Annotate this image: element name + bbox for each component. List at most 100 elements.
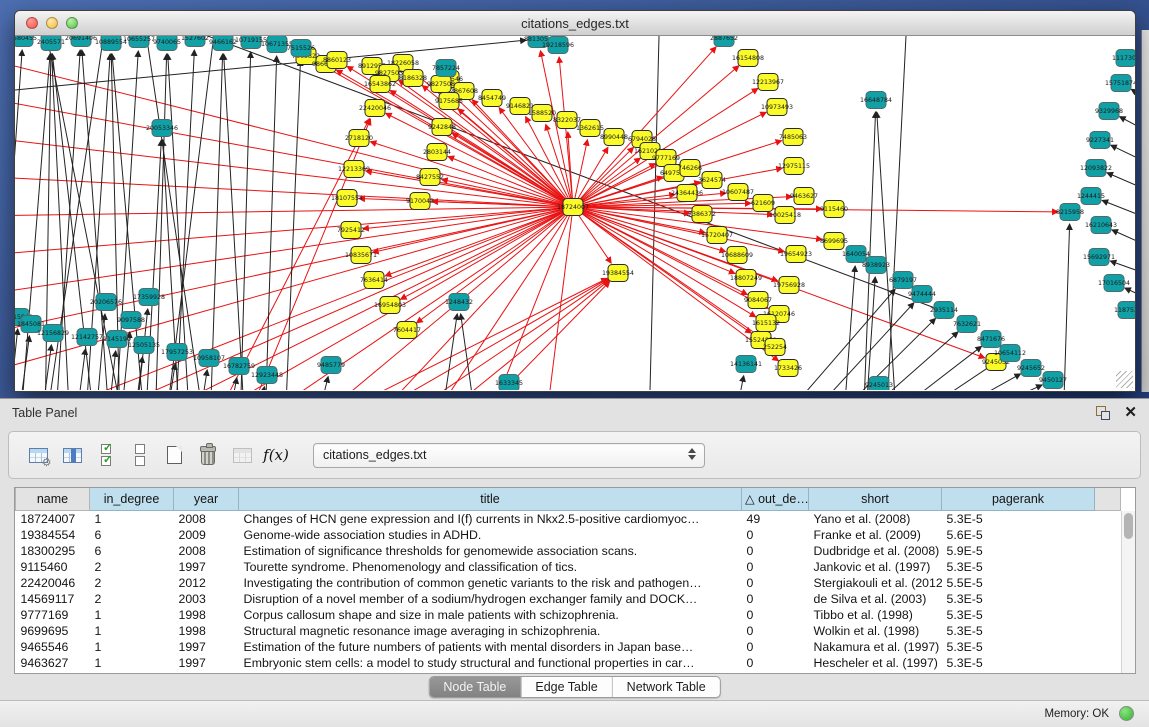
graph-edge[interactable] xyxy=(1131,89,1135,116)
table-cell[interactable] xyxy=(1095,591,1121,607)
graph-node[interactable]: 9777169 xyxy=(652,150,680,167)
graph-edge[interactable] xyxy=(165,36,951,314)
zoom-window-button[interactable] xyxy=(66,17,78,29)
graph-node[interactable]: 8580455 xyxy=(15,36,37,47)
table-cell[interactable]: 0 xyxy=(742,543,809,559)
graph-node[interactable]: 9740065 xyxy=(153,36,181,51)
graph-edge[interactable] xyxy=(245,207,573,390)
graph-node[interactable]: 10655257 xyxy=(123,36,155,48)
table-cell[interactable] xyxy=(1095,655,1121,671)
table-cell[interactable]: Jankovic et al. (1997) xyxy=(809,559,942,575)
graph-edge[interactable] xyxy=(15,56,573,207)
graph-node[interactable]: 9466162 xyxy=(209,36,237,51)
graph-node[interactable]: 8938923 xyxy=(862,257,890,274)
table-cell[interactable]: 22420046 xyxy=(16,575,90,591)
graph-node[interactable]: 14136141 xyxy=(730,356,762,373)
graph-node[interactable]: 9245652 xyxy=(1017,360,1045,377)
table-cell[interactable]: 2009 xyxy=(174,527,239,543)
graph-edge[interactable] xyxy=(107,351,116,390)
table-cell[interactable]: Embryonic stem cells: a model to study s… xyxy=(239,655,742,671)
graph-edge[interactable] xyxy=(847,332,958,390)
graph-node[interactable]: 7632621 xyxy=(953,316,981,333)
table-cell[interactable]: Dudbridge et al. (2008) xyxy=(809,543,942,559)
create-column-button[interactable] xyxy=(159,440,189,470)
table-cell[interactable]: Yano et al. (2008) xyxy=(809,510,942,527)
graph-node[interactable]: 252254 xyxy=(763,339,787,356)
graph-node[interactable]: 8699695 xyxy=(820,233,848,250)
graph-node[interactable]: 9084067 xyxy=(744,292,772,309)
graph-edge[interactable] xyxy=(886,36,906,390)
table-cell[interactable]: 0 xyxy=(742,623,809,639)
graph-node[interactable]: 8860123 xyxy=(323,52,351,69)
graph-edge[interactable] xyxy=(1063,224,1070,390)
table-cell[interactable]: 5.3E-5 xyxy=(942,607,1095,623)
table-row[interactable]: 1872400712008Changes of HCN gene express… xyxy=(16,510,1121,527)
graph-edge[interactable] xyxy=(95,314,105,390)
column-header-name[interactable]: name xyxy=(16,488,90,510)
graph-edge[interactable] xyxy=(1112,230,1135,258)
graph-node[interactable]: 9115460 xyxy=(820,201,848,218)
table-cell[interactable] xyxy=(1095,639,1121,655)
table-cell[interactable]: 6 xyxy=(90,543,174,559)
graph-edge[interactable] xyxy=(843,266,855,390)
table-row[interactable]: 911546021997Tourette syndrome. Phenomeno… xyxy=(16,559,1121,575)
close-panel-icon[interactable]: ✕ xyxy=(1124,406,1137,420)
table-cell[interactable]: 5.3E-5 xyxy=(942,623,1095,639)
float-panel-icon[interactable] xyxy=(1096,406,1110,420)
table-row[interactable]: 1938455462009Genome-wide association stu… xyxy=(16,527,1121,543)
table-cell[interactable]: 0 xyxy=(742,527,809,543)
graph-node[interactable]: 746266 xyxy=(678,160,702,177)
graph-node[interactable]: 2718120 xyxy=(345,130,373,147)
graph-node[interactable]: 9329968 xyxy=(1095,103,1123,120)
graph-node[interactable]: 1615132 xyxy=(752,315,780,332)
graph-node[interactable]: 16210643 xyxy=(1085,217,1117,234)
graph-node[interactable]: 1117304 xyxy=(1112,50,1135,67)
table-cell[interactable]: 0 xyxy=(742,559,809,575)
table-cell[interactable]: Hescheler et al. (1997) xyxy=(809,655,942,671)
table-cell[interactable]: Estimation of the future numbers of pati… xyxy=(239,639,742,655)
graph-node[interactable]: 2887652 xyxy=(710,36,738,47)
show-columns-button[interactable] xyxy=(57,440,87,470)
graph-edge[interactable] xyxy=(1111,145,1135,176)
table-cell[interactable]: 1998 xyxy=(174,623,239,639)
graph-node[interactable]: 8454749 xyxy=(478,90,506,107)
graph-node[interactable]: 2935114 xyxy=(930,302,958,319)
table-cell[interactable]: 9777169 xyxy=(16,607,90,623)
table-cell[interactable]: 0 xyxy=(742,591,809,607)
graph-node[interactable]: 8427552 xyxy=(416,169,444,186)
graph-node[interactable]: 12923448 xyxy=(251,367,283,384)
graph-node[interactable]: 12142757 xyxy=(71,329,103,346)
table-cell[interactable]: 5.6E-5 xyxy=(942,527,1095,543)
table-cell[interactable]: Franke et al. (2009) xyxy=(809,527,942,543)
tab-network-table[interactable]: Network Table xyxy=(613,677,720,697)
table-row[interactable]: 977716911998Corpus callosum shape and si… xyxy=(16,607,1121,623)
table-cell[interactable]: 2012 xyxy=(174,575,239,591)
graph-node[interactable]: 20691406 xyxy=(65,36,97,47)
graph-edge[interactable] xyxy=(17,336,29,390)
table-cell[interactable]: 5.5E-5 xyxy=(942,575,1095,591)
graph-edge[interactable] xyxy=(649,36,659,390)
graph-edge[interactable] xyxy=(75,349,85,390)
minimize-window-button[interactable] xyxy=(46,17,58,29)
table-cell[interactable]: 5.9E-5 xyxy=(942,543,1095,559)
table-row[interactable]: 1456911722003Disruption of a novel membe… xyxy=(16,591,1121,607)
table-cell[interactable]: 0 xyxy=(742,639,809,655)
table-cell[interactable] xyxy=(1095,527,1121,543)
graph-edge[interactable] xyxy=(733,376,744,390)
graph-node[interactable]: 9474444 xyxy=(908,286,936,303)
graph-node[interactable]: 1633345 xyxy=(495,375,523,391)
graph-node[interactable]: 7386372 xyxy=(688,206,716,223)
network-canvas[interactable]: 1872400776638229866254886012389129551822… xyxy=(15,36,1135,390)
table-cell[interactable]: 1998 xyxy=(174,607,239,623)
graph-edge[interactable] xyxy=(285,60,300,390)
graph-edge[interactable] xyxy=(210,54,223,390)
graph-edge[interactable] xyxy=(797,303,914,390)
graph-node[interactable]: 12213369 xyxy=(338,161,370,178)
table-cell[interactable]: 5.3E-5 xyxy=(942,655,1095,671)
table-cell[interactable]: 1 xyxy=(90,510,174,527)
table-cell[interactable]: 0 xyxy=(742,655,809,671)
table-row[interactable]: 1830029562008Estimation of significance … xyxy=(16,543,1121,559)
graph-node[interactable]: 10607487 xyxy=(722,184,754,201)
graph-edge[interactable] xyxy=(240,52,251,390)
table-cell[interactable]: Structural magnetic resonance image aver… xyxy=(239,623,742,639)
